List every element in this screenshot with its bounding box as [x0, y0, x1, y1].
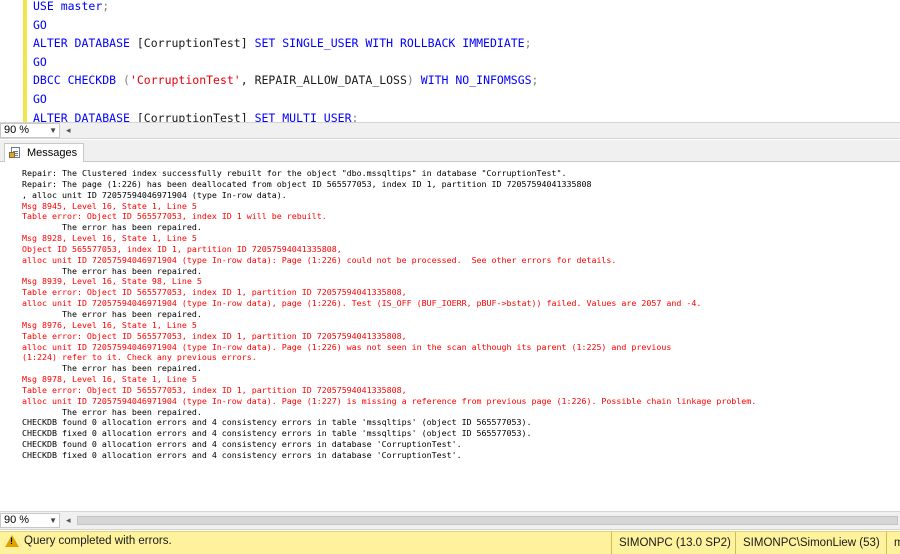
error-message-line: Msg 8928, Level 16, State 1, Line 5 [22, 233, 197, 244]
tab-messages[interactable]: Messages [4, 143, 85, 162]
scroll-left-icon[interactable]: ◂ [66, 514, 71, 527]
info-message-line: Repair: The page (1:226) has been deallo… [22, 178, 592, 189]
info-message-line: The error has been repaired. [22, 406, 202, 417]
code-line[interactable]: ALTER DATABASE [CorruptionTest] SET SING… [33, 34, 538, 53]
error-message-line: alloc unit ID 72057594046971904 (type In… [22, 254, 617, 265]
error-message-line: Msg 8939, Level 16, State 98, Line 5 [22, 276, 202, 287]
info-message-line: , alloc unit ID 72057594046971904 (type … [22, 189, 287, 200]
code-line[interactable]: GO [33, 16, 538, 35]
code-token: USE [33, 0, 54, 13]
messages-pane[interactable]: Repair: The Clustered index successfully… [0, 162, 900, 511]
code-token: GO [33, 91, 47, 106]
editor-zoom-bar: 90 % ▼ ◂ [0, 122, 900, 139]
messages-icon [9, 147, 22, 159]
code-token: DBCC CHECKDB [33, 73, 124, 88]
code-token: WITH NO_INFOMSGS [413, 73, 532, 88]
info-message-line: The error has been repaired. [22, 363, 202, 374]
code-token: ; [102, 0, 110, 13]
error-message-line: (1:224) refer to it. Check any previous … [22, 352, 257, 363]
error-message-line: alloc unit ID 72057594046971904 (type In… [22, 395, 757, 406]
warning-icon: ! [5, 535, 19, 547]
code-token: 'CorruptionTest' [129, 73, 241, 88]
info-message-line: Repair: The Clustered index successfully… [22, 168, 567, 178]
code-line[interactable]: USE master; [33, 0, 538, 16]
info-message-line: The error has been repaired. [22, 265, 202, 276]
results-tabstrip: Messages [0, 140, 900, 162]
code-token: master [53, 0, 103, 13]
tab-messages-label: Messages [27, 147, 78, 159]
code-token: SET MULTI_USER [247, 110, 352, 122]
query-editor[interactable]: USE master; GO ALTER DATABASE [CorruptionT… [0, 0, 900, 122]
editor-hscroll[interactable]: ◂ [66, 124, 898, 137]
info-message-line: The error has been repaired. [22, 308, 202, 319]
info-message-line: CHECKDB found 0 allocation errors and 4 … [22, 417, 532, 428]
scroll-left-icon[interactable]: ◂ [66, 124, 71, 137]
code-token: ) [406, 73, 414, 88]
sql-code[interactable]: USE master; GO ALTER DATABASE [CorruptionT… [33, 0, 538, 122]
code-token: [CorruptionTest] [136, 36, 248, 51]
code-token: [CorruptionTest] [136, 110, 248, 122]
editor-zoom-select[interactable]: 90 % ▼ [0, 123, 60, 138]
code-line[interactable]: DBCC CHECKDB ('CorruptionTest', REPAIR_A… [33, 71, 538, 90]
code-line[interactable]: ALTER DATABASE [CorruptionTest] SET MULT… [33, 109, 538, 122]
code-token: ( [123, 73, 130, 88]
error-message-line: alloc unit ID 72057594046971904 (type In… [22, 341, 672, 352]
code-token: ; [531, 73, 539, 88]
code-token: , REPAIR_ALLOW_DATA_LOSS [240, 73, 407, 88]
code-token: ALTER DATABASE [33, 110, 137, 122]
error-message-line: Table error: Object ID 565577053, index … [22, 384, 407, 395]
info-message-line: The error has been repaired. [22, 222, 202, 233]
messages-output: Repair: The Clustered index successfully… [22, 168, 756, 461]
code-token: ; [524, 36, 532, 51]
status-user: SIMONPC\SimonLiew (53) [735, 532, 893, 554]
code-token: GO [33, 54, 47, 69]
code-token: SET SINGLE_USER WITH ROLLBACK IMMEDIATE [247, 36, 525, 51]
status-database: m [886, 532, 900, 554]
error-message-line: Table error: Object ID 565577053, index … [22, 330, 407, 341]
info-message-line: CHECKDB found 0 allocation errors and 4 … [22, 439, 462, 450]
error-message-line: Msg 8978, Level 16, State 1, Line 5 [22, 374, 197, 385]
info-message-line: CHECKDB fixed 0 allocation errors and 4 … [22, 449, 462, 460]
chevron-down-icon[interactable]: ▼ [49, 124, 57, 137]
status-message: Query completed with errors. [24, 535, 172, 547]
messages-zoom-value: 90 % [4, 514, 30, 526]
messages-hscroll[interactable]: ◂ [66, 514, 898, 527]
messages-zoom-select[interactable]: 90 % ▼ [0, 513, 60, 528]
error-message-line: Msg 8976, Level 16, State 1, Line 5 [22, 319, 197, 330]
change-tracking-bar [23, 0, 27, 122]
code-line[interactable]: GO [33, 90, 538, 109]
hscroll-thumb[interactable] [77, 516, 898, 525]
code-token: ; [351, 110, 359, 122]
status-bar: ! Query completed with errors. SIMONPC (… [0, 531, 900, 554]
messages-zoom-bar: 90 % ▼ ◂ [0, 511, 900, 530]
status-server: SIMONPC (13.0 SP2) [611, 532, 737, 554]
error-message-line: Table error: Object ID 565577053, index … [22, 211, 327, 222]
error-message-line: Table error: Object ID 565577053, index … [22, 287, 407, 298]
code-line[interactable]: GO [33, 53, 538, 72]
error-message-line: Msg 8945, Level 16, State 1, Line 5 [22, 200, 197, 211]
error-message-line: Object ID 565577053, index ID 1, partiti… [22, 243, 342, 254]
code-token: GO [33, 17, 47, 32]
editor-zoom-value: 90 % [4, 124, 30, 136]
code-token: ALTER DATABASE [33, 36, 137, 51]
editor-gutter [0, 0, 21, 122]
chevron-down-icon[interactable]: ▼ [49, 514, 57, 527]
error-message-line: alloc unit ID 72057594046971904 (type In… [22, 298, 702, 309]
info-message-line: CHECKDB fixed 0 allocation errors and 4 … [22, 428, 532, 439]
